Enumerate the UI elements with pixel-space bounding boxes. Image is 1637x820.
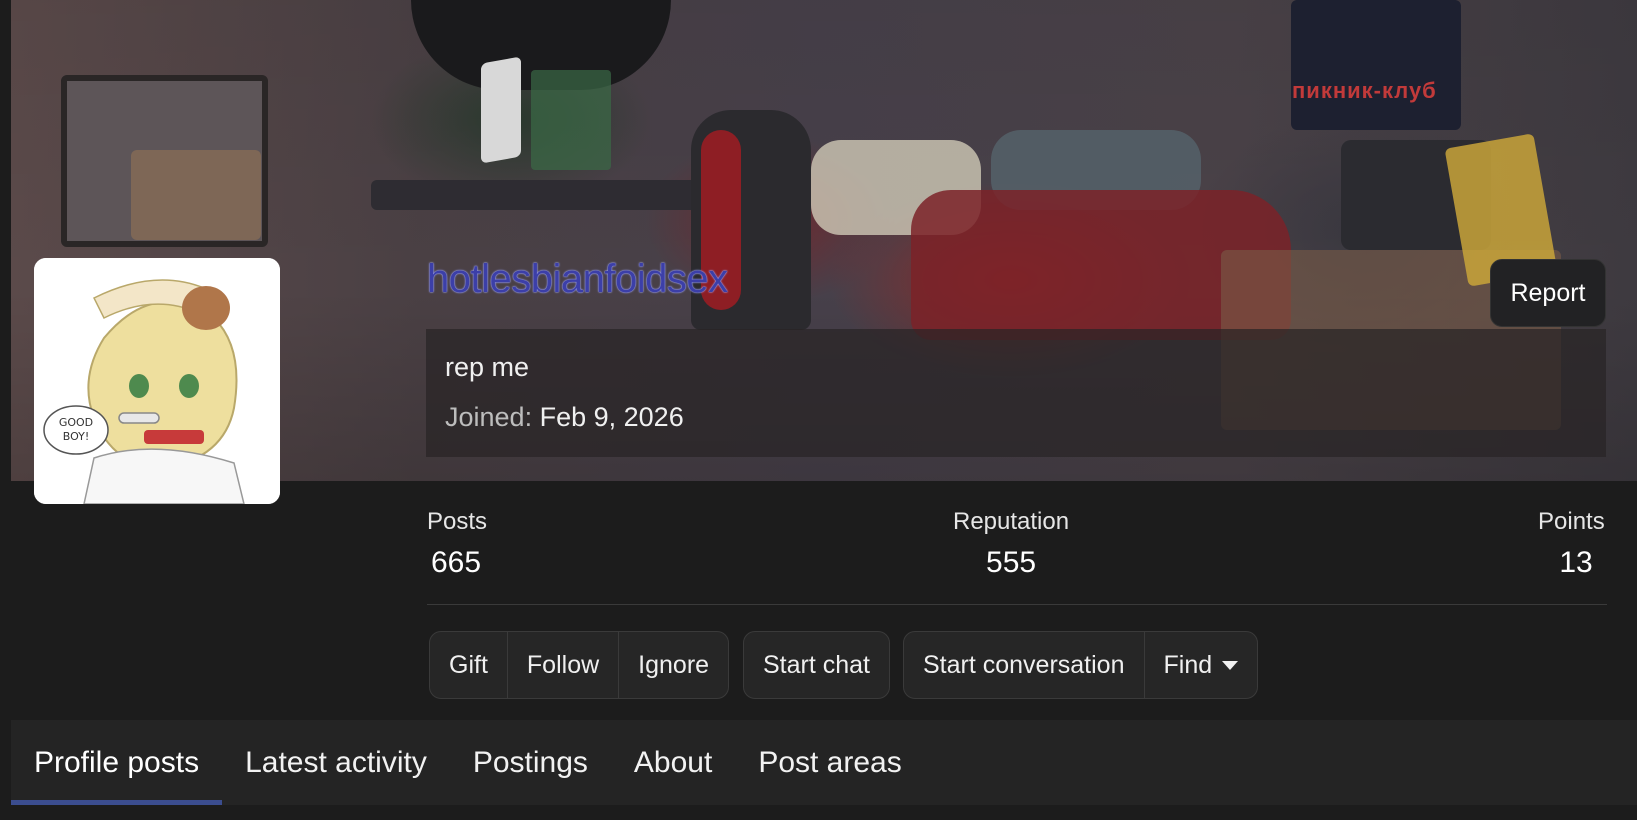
profile-tabs: Profile posts Latest activity Postings A… — [11, 720, 1637, 805]
start-chat-button[interactable]: Start chat — [744, 632, 889, 698]
stat-reputation-value: 555 — [986, 546, 1037, 579]
banner-cans — [531, 70, 611, 170]
tab-latest-activity[interactable]: Latest activity — [222, 720, 450, 805]
find-dropdown-button[interactable]: Find — [1145, 632, 1258, 698]
stat-points[interactable]: Points 13 — [1538, 508, 1605, 580]
conversation-actions-group: Start conversation Find — [903, 631, 1259, 699]
avatar-illustration: GOOD BOY! — [34, 258, 280, 504]
chat-actions-group: Start chat — [743, 631, 890, 699]
stat-posts[interactable]: Posts 665 — [427, 508, 487, 580]
stat-reputation-label: Reputation — [953, 508, 1070, 535]
gift-button[interactable]: Gift — [430, 632, 508, 698]
stat-posts-value[interactable]: 665 — [427, 546, 487, 580]
profile-status-text: rep me — [445, 352, 530, 382]
find-label: Find — [1163, 650, 1213, 679]
ignore-button[interactable]: Ignore — [619, 632, 728, 698]
avatar-speech-text: BOY! — [63, 430, 90, 443]
stat-points-value[interactable]: 13 — [1538, 546, 1605, 580]
avatar-speech-text: GOOD — [59, 416, 93, 429]
profile-info-overlay — [426, 329, 1606, 457]
profile-joined: Joined: Feb 9, 2026 — [445, 402, 684, 433]
stat-reputation: Reputation 555 — [953, 508, 1069, 580]
banner-monitor — [481, 56, 521, 164]
joined-date: Feb 9, 2026 — [539, 402, 684, 432]
joined-label: Joined: — [445, 402, 533, 432]
banner-poster — [1291, 0, 1461, 130]
caret-down-icon — [1222, 660, 1239, 670]
start-conversation-button[interactable]: Start conversation — [904, 632, 1145, 698]
stat-posts-label: Posts — [427, 508, 488, 535]
tab-post-areas[interactable]: Post areas — [735, 720, 924, 805]
tab-postings[interactable]: Postings — [450, 720, 611, 805]
banner-poster-text: пикник-клуб — [1292, 78, 1437, 103]
tab-profile-posts[interactable]: Profile posts — [11, 720, 223, 805]
follow-button[interactable]: Follow — [508, 632, 620, 698]
avatar[interactable]: GOOD BOY! — [34, 258, 280, 504]
banner-desk — [371, 180, 701, 210]
stat-points-label: Points — [1538, 508, 1605, 535]
profile-username[interactable]: hotlesbianfoidsex — [427, 257, 728, 302]
stats-divider — [427, 604, 1607, 605]
member-actions-group: Gift Follow Ignore — [429, 631, 730, 699]
report-button[interactable]: Report — [1490, 259, 1606, 327]
tab-about[interactable]: About — [611, 720, 735, 805]
banner-box — [131, 150, 261, 240]
